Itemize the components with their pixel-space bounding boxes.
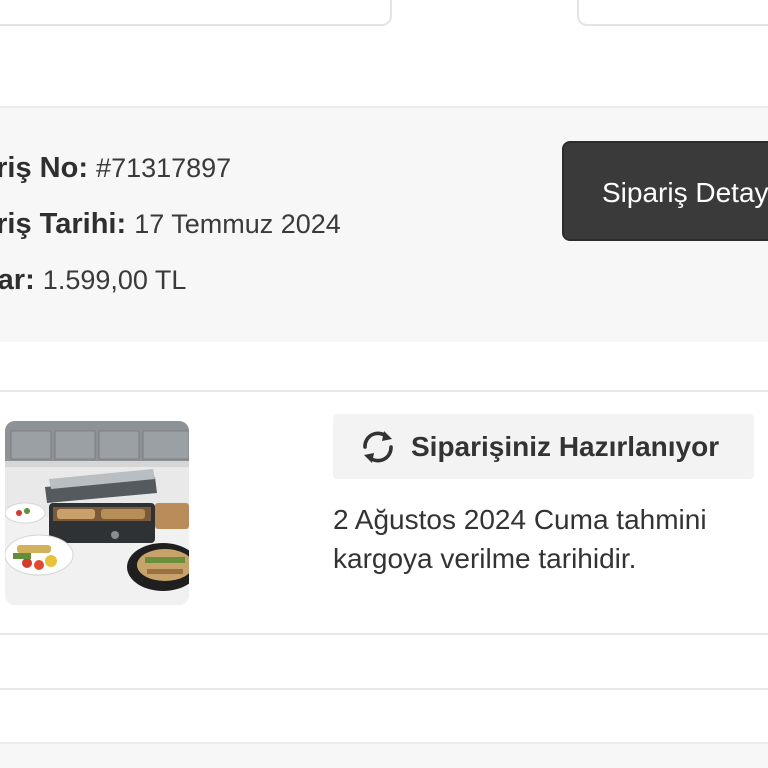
order-total-label: tar:: [0, 264, 35, 296]
order-total-value: 1.599,00 TL: [42, 265, 187, 295]
refresh-icon: [357, 426, 399, 468]
divider: [0, 688, 768, 690]
order-detail-button[interactable]: Sipariş Detay: [562, 141, 768, 241]
order-status-badge: Siparişiniz Hazırlanıyor: [333, 414, 754, 479]
order-date-label: ariş Tarihi:: [0, 208, 127, 240]
order-date-row: ariş Tarihi: 17 Temmuz 2024: [0, 206, 341, 242]
divider: [0, 390, 768, 392]
divider: [0, 633, 768, 635]
grill-product-image: [5, 421, 189, 605]
order-number-row: ariş No: #71317897: [0, 150, 231, 186]
orders-page: ariş No: #71317897 ariş Tarihi: 17 Temmu…: [0, 0, 768, 768]
previous-card-left[interactable]: [0, 0, 392, 26]
estimated-shipping-text: 2 Ağustos 2024 Cuma tahmini kargoya veri…: [333, 504, 707, 574]
next-order-summary: [0, 742, 768, 768]
order-summary: ariş No: #71317897 ariş Tarihi: 17 Temmu…: [0, 106, 768, 342]
order-status-label: Siparişiniz Hazırlanıyor: [411, 430, 720, 462]
order-number-label: ariş No:: [0, 152, 88, 184]
product-image[interactable]: [5, 421, 189, 605]
previous-card-right[interactable]: [577, 0, 768, 26]
order-total-row: tar: 1.599,00 TL: [0, 262, 186, 298]
order-date-value: 17 Temmuz 2024: [134, 209, 341, 239]
order-number-value: #71317897: [96, 153, 232, 183]
